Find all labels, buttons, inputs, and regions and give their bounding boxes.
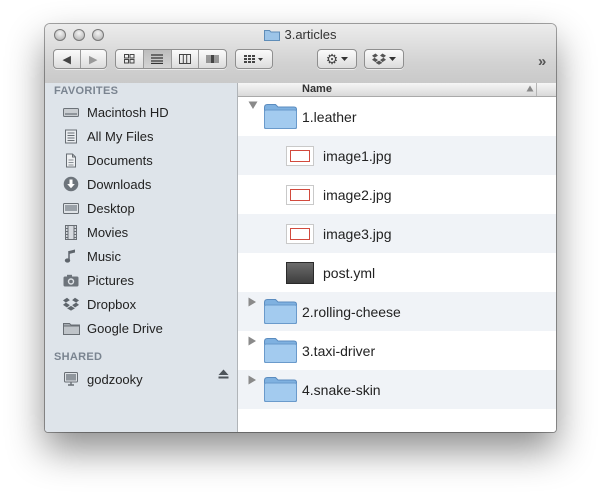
image-thumbnail-icon	[286, 146, 314, 166]
arrange-button[interactable]	[235, 49, 273, 69]
sidebar-item-macintosh-hd[interactable]: Macintosh HD	[62, 102, 169, 122]
back-button[interactable]: ◀	[54, 50, 81, 68]
image-thumbnail-icon	[286, 185, 314, 205]
file-list: Name 1.leather image1.jpg image2.jpg ima…	[238, 83, 556, 432]
sidebar-item-label: Music	[87, 248, 121, 264]
music-icon	[62, 248, 80, 264]
chevron-down-icon	[389, 56, 396, 61]
action-button[interactable]: ⚙	[317, 49, 357, 69]
file-name: post.yml	[323, 264, 376, 281]
file-name: image1.jpg	[323, 147, 392, 164]
chevron-down-icon	[341, 56, 349, 61]
sidebar-item-movies[interactable]: Movies	[62, 222, 128, 242]
file-row-folder[interactable]: 2.rolling-cheese	[238, 292, 556, 331]
file-row-image[interactable]: image2.jpg	[238, 175, 556, 214]
sidebar-item-dropbox[interactable]: Dropbox	[62, 294, 136, 314]
movies-icon	[62, 224, 80, 240]
documents-icon	[62, 152, 80, 168]
folder-icon	[62, 320, 80, 336]
sidebar: FAVORITES Macintosh HD All My Files Docu…	[45, 83, 238, 432]
column-separator[interactable]	[536, 83, 537, 96]
disclosure-expanded-icon[interactable]	[248, 101, 258, 110]
sidebar-item-label: Downloads	[87, 176, 152, 192]
sidebar-item-all-my-files[interactable]: All My Files	[62, 126, 153, 146]
hard-drive-icon	[62, 104, 80, 120]
dropbox-icon	[372, 53, 386, 65]
file-row-folder[interactable]: 3.taxi-driver	[238, 331, 556, 370]
sidebar-item-desktop[interactable]: Desktop	[62, 198, 135, 218]
disclosure-collapsed-icon[interactable]	[248, 336, 257, 346]
pictures-icon	[62, 272, 80, 288]
back-forward-control: ◀ ▶	[53, 49, 107, 69]
sidebar-item-label: Desktop	[87, 200, 135, 216]
file-name: image3.jpg	[323, 225, 392, 242]
arrange-grid-icon	[244, 55, 263, 63]
all-files-icon	[62, 128, 80, 144]
file-name: 1.leather	[302, 108, 357, 125]
sidebar-item-documents[interactable]: Documents	[62, 150, 153, 170]
forward-button[interactable]: ▶	[81, 50, 107, 68]
column-header-label: Name	[302, 83, 332, 95]
coverflow-view-icon	[206, 55, 219, 63]
folder-icon	[264, 377, 297, 402]
column-view-icon	[178, 54, 191, 64]
list-view-button[interactable]	[143, 50, 172, 68]
favorites-heading: FAVORITES	[54, 85, 119, 97]
folder-icon	[264, 104, 297, 129]
sidebar-item-label: Google Drive	[87, 320, 163, 336]
disclosure-collapsed-icon[interactable]	[248, 375, 257, 385]
sidebar-item-downloads[interactable]: Downloads	[62, 174, 151, 194]
sidebar-item-label: Pictures	[87, 272, 134, 288]
folder-icon	[264, 299, 297, 324]
file-name: 3.taxi-driver	[302, 342, 376, 359]
toolbar-overflow-button[interactable]: »	[538, 53, 546, 70]
column-header-name[interactable]: Name	[238, 83, 556, 97]
icon-view-button[interactable]	[116, 50, 144, 68]
file-row-folder[interactable]: 4.snake-skin	[238, 370, 556, 409]
sidebar-item-label: Macintosh HD	[87, 104, 169, 120]
yaml-document-icon	[286, 262, 314, 284]
file-row-folder[interactable]: 1.leather	[238, 97, 556, 136]
shared-heading: SHARED	[54, 351, 103, 363]
downloads-icon	[62, 176, 80, 192]
file-name: 4.snake-skin	[302, 381, 381, 398]
file-row-image[interactable]: image3.jpg	[238, 214, 556, 253]
gear-icon: ⚙	[325, 51, 339, 67]
file-name: image2.jpg	[323, 186, 392, 203]
sidebar-item-label: Documents	[87, 152, 153, 168]
sidebar-item-music[interactable]: Music	[62, 246, 121, 266]
computer-icon	[62, 371, 80, 387]
image-thumbnail-icon	[286, 224, 314, 244]
file-row-document[interactable]: post.yml	[238, 253, 556, 292]
folder-icon	[264, 29, 281, 44]
eject-icon[interactable]	[218, 369, 229, 379]
sidebar-item-label: All My Files	[87, 128, 154, 144]
sidebar-item-godzooky[interactable]: godzooky	[62, 369, 143, 389]
disclosure-collapsed-icon[interactable]	[248, 297, 257, 307]
dropbox-toolbar-button[interactable]	[364, 49, 404, 69]
desktop-icon	[62, 200, 80, 216]
window-title: 3.articles	[45, 27, 556, 44]
sidebar-item-label: Movies	[87, 224, 129, 240]
sort-ascending-icon	[526, 85, 534, 92]
column-view-button[interactable]	[172, 50, 200, 68]
folder-icon	[264, 338, 297, 363]
window-title-text: 3.articles	[284, 27, 337, 42]
sidebar-item-label: Dropbox	[87, 296, 137, 312]
dropbox-icon	[62, 296, 80, 312]
sidebar-item-label: godzooky	[87, 371, 143, 387]
sidebar-item-pictures[interactable]: Pictures	[62, 270, 134, 290]
list-view-icon	[151, 54, 164, 64]
finder-window: 3.articles ◀ ▶ ⚙ » FAVORITES Macintosh H…	[45, 24, 556, 432]
sidebar-item-google-drive[interactable]: Google Drive	[62, 318, 163, 338]
icon-view-icon	[123, 54, 135, 64]
file-row-image[interactable]: image1.jpg	[238, 136, 556, 175]
view-mode-control	[115, 49, 227, 69]
coverflow-view-button[interactable]	[199, 50, 226, 68]
file-name: 2.rolling-cheese	[302, 303, 401, 320]
